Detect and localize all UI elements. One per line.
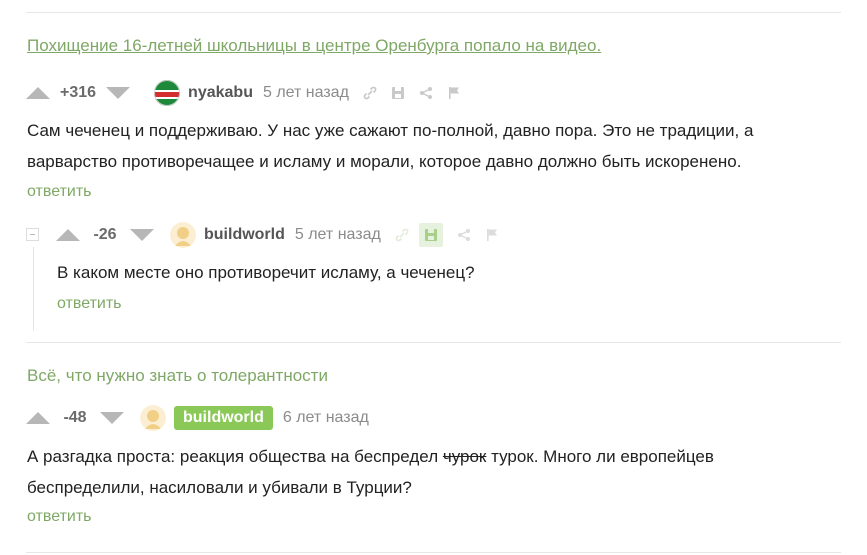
- save-icon[interactable]: [391, 86, 405, 100]
- comment-text: А разгадка проста: реакция общества на б…: [27, 441, 714, 503]
- comment-rating: -26: [93, 226, 117, 243]
- story-title-link[interactable]: Всё, что нужно знать о толерантности: [27, 366, 328, 386]
- text-part: А разгадка проста: реакция общества на б…: [27, 447, 443, 466]
- reply-link[interactable]: ответить: [27, 183, 92, 201]
- reply-comment-header: -26 buildworld 5 лет назад: [56, 222, 499, 248]
- struck-word: чурок: [442, 447, 487, 466]
- comment-author[interactable]: nyakabu: [188, 84, 253, 102]
- flag-icon[interactable]: [485, 228, 499, 242]
- downvote-arrow-icon[interactable]: [100, 412, 124, 424]
- link-icon[interactable]: [363, 86, 377, 100]
- avatar[interactable]: [140, 405, 166, 431]
- text-part: турок. Много ли европейцев: [486, 447, 714, 466]
- avatar[interactable]: [154, 80, 181, 106]
- comment-text-line: А разгадка проста: реакция общества на б…: [27, 441, 714, 472]
- collapse-icon[interactable]: [26, 228, 39, 241]
- story-title-link[interactable]: Похищение 16-летней школьницы в центре О…: [27, 36, 601, 56]
- downvote-arrow-icon[interactable]: [106, 87, 131, 99]
- comment-header: +316 nyakabu 5 лет назад: [26, 80, 461, 106]
- link-icon[interactable]: [395, 228, 409, 242]
- upvote-arrow-icon[interactable]: [26, 412, 50, 424]
- comment-rating: -48: [63, 409, 87, 426]
- comment-text-line: беспределили, насиловали и убивали в Тур…: [27, 478, 412, 497]
- reply-comment-text: В каком месте оно противоречит исламу, а…: [57, 263, 475, 282]
- top-divider: [26, 12, 841, 13]
- save-icon[interactable]: [418, 223, 443, 247]
- thread-line: [33, 247, 34, 331]
- comment-text-line: варварство противоречащее и исламу и мор…: [27, 152, 742, 171]
- comment-time[interactable]: 5 лет назад: [295, 226, 381, 244]
- comment-text: Сам чеченец и поддерживаю. У нас уже саж…: [27, 115, 753, 177]
- share-icon[interactable]: [419, 86, 433, 100]
- avatar-placeholder-icon: [140, 405, 166, 431]
- avatar-flag-icon: [154, 80, 181, 106]
- comment-rating: +316: [60, 84, 97, 101]
- avatar[interactable]: [170, 222, 196, 248]
- bottom-divider: [26, 552, 841, 553]
- thread-divider: [26, 342, 841, 343]
- share-icon[interactable]: [457, 228, 471, 242]
- comment-author-badge[interactable]: buildworld: [174, 406, 273, 430]
- comment-text-line: Сам чеченец и поддерживаю. У нас уже саж…: [27, 121, 754, 140]
- reply-link[interactable]: ответить: [27, 508, 92, 526]
- downvote-arrow-icon[interactable]: [130, 229, 154, 241]
- upvote-arrow-icon[interactable]: [56, 229, 80, 241]
- upvote-arrow-icon[interactable]: [26, 87, 50, 99]
- comment-time[interactable]: 6 лет назад: [283, 409, 369, 427]
- comment-author[interactable]: buildworld: [204, 226, 285, 244]
- comment-header: -48 buildworld 6 лет назад: [26, 405, 369, 431]
- flag-icon[interactable]: [447, 86, 461, 100]
- reply-link[interactable]: ответить: [57, 295, 122, 313]
- comment-time[interactable]: 5 лет назад: [263, 84, 349, 102]
- avatar-placeholder-icon: [170, 222, 196, 248]
